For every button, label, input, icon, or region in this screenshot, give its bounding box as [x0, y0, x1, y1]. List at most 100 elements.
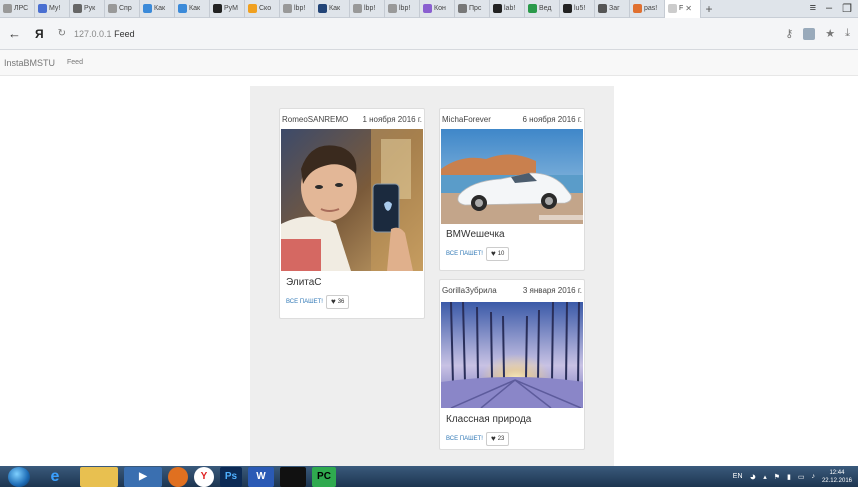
tab-favicon-icon: [633, 4, 642, 13]
browser-tab[interactable]: PyM: [210, 0, 245, 18]
tab-label: ЛРС: [14, 5, 29, 12]
window-controls: ≡ – ❐: [810, 2, 858, 15]
browser-tab[interactable]: lu5!: [560, 0, 595, 18]
browser-tab[interactable]: Как: [175, 0, 210, 18]
show-hidden-icons-icon[interactable]: ▴: [763, 473, 767, 481]
tab-label: lbp!: [294, 5, 306, 12]
browser-tab[interactable]: lbp!: [385, 0, 420, 18]
tab-label: Ско: [259, 5, 272, 12]
tab-favicon-icon: [598, 4, 607, 13]
network-icon[interactable]: ◕: [750, 471, 757, 483]
post-actions: ВСЕ ПАШЕТ! ♥ 23: [446, 432, 510, 446]
like-button[interactable]: ♥ 23: [485, 432, 510, 446]
start-button[interactable]: [8, 466, 30, 487]
feed-container: RomeoSANREMO 1 ноября 2016 г. ЭлитаС ВСЕ…: [250, 86, 614, 466]
new-tab-icon[interactable]: +: [701, 2, 717, 16]
display-icon[interactable]: ▭: [798, 473, 805, 481]
volume-icon[interactable]: ♪: [811, 473, 815, 480]
post-image[interactable]: [441, 129, 583, 224]
browser-tab[interactable]: ЛРС: [0, 0, 35, 18]
post-caption: BMWешечка: [446, 229, 505, 240]
browser-tab[interactable]: Рук: [70, 0, 105, 18]
selfie-photo: [281, 129, 423, 271]
like-count: 36: [337, 299, 345, 305]
post-card: GorillaЗубрила 3 января 2016 г. Классная…: [439, 279, 585, 450]
url-field[interactable]: 127.0.0.1 Feed: [74, 29, 135, 39]
tab-label: Как: [329, 5, 341, 12]
tab-label: Как: [189, 5, 201, 12]
tab-favicon-icon: [458, 4, 467, 13]
browser-tab[interactable]: Ско: [245, 0, 280, 18]
tab-label: Спр: [119, 5, 132, 12]
key-icon[interactable]: ⚷: [785, 27, 793, 40]
internet-explorer-icon[interactable]: e: [36, 467, 74, 487]
browser-tab[interactable]: lbp!: [350, 0, 385, 18]
back-arrow-icon[interactable]: ←: [8, 26, 21, 41]
browser-tab[interactable]: My!: [35, 0, 70, 18]
browser-tab[interactable]: Заг: [595, 0, 630, 18]
tab-favicon-icon: [3, 4, 12, 13]
post-caption: Классная природа: [446, 414, 532, 425]
browser-tab-active[interactable]: F ✕: [665, 0, 701, 18]
tab-favicon-icon: [318, 4, 327, 13]
browser-tab[interactable]: Как: [315, 0, 350, 18]
post-actions: ВСЕ ПАШЕТ! ♥ 36: [286, 295, 350, 309]
bookmark-star-icon[interactable]: ★: [825, 27, 835, 40]
tab-label: Прс: [469, 5, 482, 12]
post-actions: ВСЕ ПАШЕТ! ♥ 10: [446, 247, 510, 261]
browser-tab[interactable]: lab!: [490, 0, 525, 18]
browser-tab[interactable]: Кон: [420, 0, 455, 18]
heart-icon: ♥: [330, 297, 336, 306]
post-author[interactable]: MichaForever: [442, 115, 491, 127]
language-indicator[interactable]: EN: [733, 473, 743, 480]
post-card: MichaForever 6 ноября 2016 г. BMWешечка …: [439, 108, 585, 271]
restore-icon[interactable]: ❐: [842, 2, 852, 15]
terminal-icon[interactable]: [280, 466, 306, 487]
reload-icon[interactable]: ↻: [58, 28, 66, 39]
firefox-icon[interactable]: [168, 466, 188, 487]
nav-link-feed[interactable]: Feed: [67, 59, 83, 66]
extension-icon[interactable]: [803, 27, 816, 40]
minimize-icon[interactable]: –: [826, 2, 832, 15]
share-link[interactable]: ВСЕ ПАШЕТ!: [446, 436, 483, 442]
pycharm-icon[interactable]: PC: [312, 466, 336, 487]
like-button[interactable]: ♥ 36: [325, 295, 350, 309]
post-author[interactable]: RomeoSANREMO: [282, 115, 348, 127]
tab-label: Заг: [609, 5, 620, 12]
share-link[interactable]: ВСЕ ПАШЕТ!: [286, 299, 323, 305]
share-link[interactable]: ВСЕ ПАШЕТ!: [446, 251, 483, 257]
signal-icon[interactable]: ▮: [787, 473, 791, 481]
menu-icon[interactable]: ≡: [810, 2, 816, 15]
browser-tab[interactable]: Прс: [455, 0, 490, 18]
car-photo: [441, 129, 583, 224]
tab-favicon-icon: [388, 4, 397, 13]
media-player-icon[interactable]: ▶: [124, 466, 162, 487]
download-icon[interactable]: ⤓: [845, 27, 850, 40]
yandex-browser-icon[interactable]: Y: [194, 466, 214, 487]
flag-icon[interactable]: ⚑: [774, 473, 780, 481]
post-author[interactable]: GorillaЗубрила: [442, 286, 497, 298]
photoshop-icon[interactable]: Ps: [220, 466, 242, 487]
word-icon[interactable]: W: [248, 466, 274, 487]
browser-tab[interactable]: lbp!: [280, 0, 315, 18]
tab-label: F: [679, 5, 684, 12]
browser-tab[interactable]: Спр: [105, 0, 140, 18]
browser-tab[interactable]: pas!: [630, 0, 665, 18]
browser-tab[interactable]: Как: [140, 0, 175, 18]
like-button[interactable]: ♥ 10: [485, 247, 510, 261]
post-image[interactable]: [441, 302, 583, 408]
like-count: 23: [497, 436, 505, 442]
site-brand-link[interactable]: InstaBMSTU: [4, 58, 55, 68]
post-image[interactable]: [281, 129, 423, 271]
tab-label: Вед: [539, 5, 552, 12]
clock[interactable]: 12:44 22.12.2016: [822, 469, 852, 485]
address-bar: ← Я ↻ 127.0.0.1 Feed ⚷ ★ ⤓: [0, 18, 858, 50]
post-date: 6 ноября 2016 г.: [522, 115, 582, 124]
yandex-logo-icon[interactable]: Я: [35, 27, 44, 41]
page-favicon-icon: [668, 4, 677, 13]
close-tab-icon[interactable]: ✕: [685, 4, 692, 13]
file-explorer-icon[interactable]: [80, 466, 118, 487]
post-header: MichaForever 6 ноября 2016 г.: [440, 109, 584, 127]
browser-tab[interactable]: Вед: [525, 0, 560, 18]
post-header: GorillaЗубрила 3 января 2016 г.: [440, 280, 584, 298]
